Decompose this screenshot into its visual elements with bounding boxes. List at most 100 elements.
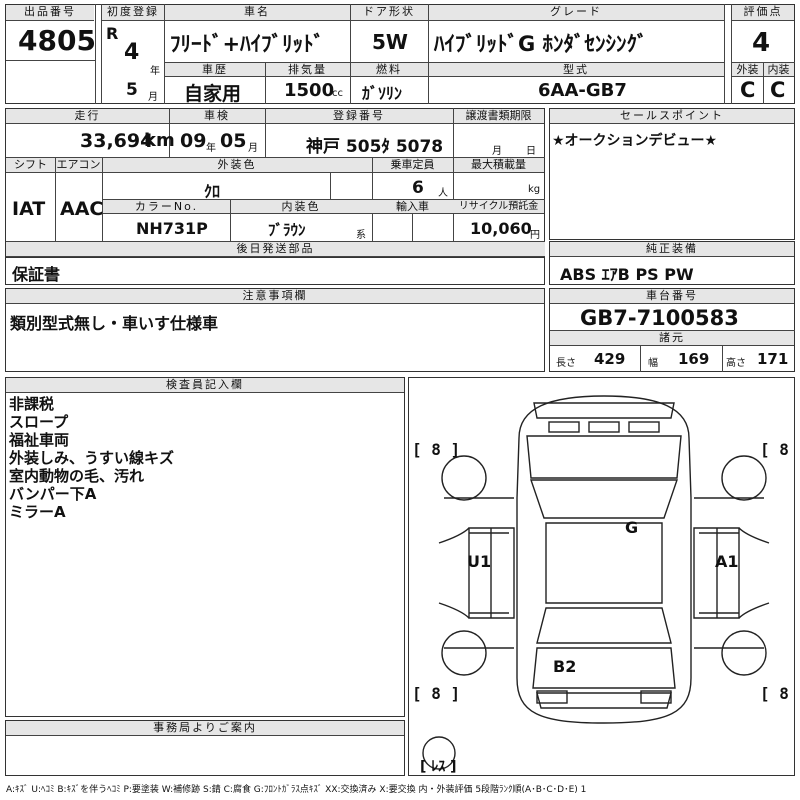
ac-label: エアコン bbox=[55, 158, 102, 173]
max-load-label: 最大積載量 bbox=[453, 158, 544, 173]
width-label: 幅 bbox=[648, 358, 658, 369]
lot-label: 出品番号 bbox=[6, 5, 94, 21]
capacity-label: 乗車定員 bbox=[372, 158, 453, 173]
dims-label: 諸元 bbox=[550, 331, 794, 346]
ext-label: 外装 bbox=[732, 63, 763, 77]
first-reg-label: 初度登録 bbox=[102, 5, 164, 21]
height: 171 bbox=[757, 350, 789, 368]
length-label: 長さ bbox=[556, 358, 576, 369]
later-parts-box bbox=[5, 257, 545, 285]
int-color-label: 内装色 bbox=[230, 200, 372, 214]
score: 4 bbox=[752, 28, 771, 58]
reg-era: R bbox=[106, 24, 119, 43]
int-color: ﾌﾞﾗｳﾝ bbox=[268, 221, 306, 239]
tire-rear-right: [ 8 ] bbox=[760, 684, 800, 703]
int-color-suffix: 系 bbox=[356, 230, 366, 241]
history: 自家用 bbox=[184, 83, 242, 105]
later-parts-label: 後日発送部品 bbox=[6, 242, 545, 257]
shift: IAT bbox=[12, 198, 46, 220]
car-diagram bbox=[408, 377, 795, 776]
int-score: C bbox=[770, 78, 786, 102]
int-label: 内装 bbox=[763, 63, 794, 77]
grade: ﾊｲﾌﾞﾘｯﾄﾞG ﾎﾝﾀﾞｾﾝｼﾝｸﾞ bbox=[434, 32, 648, 56]
inspection-label: 車検 bbox=[169, 109, 265, 124]
sales-point-box bbox=[549, 108, 795, 240]
kg-unit: kg bbox=[528, 184, 541, 195]
inspector-line: スロープ bbox=[9, 413, 69, 431]
inspector-line: 室内動物の毛、汚れ bbox=[9, 467, 145, 485]
inspection-month: 05 bbox=[220, 130, 247, 152]
height-label: 高さ bbox=[726, 358, 746, 369]
model-label: 型式 bbox=[428, 63, 724, 77]
capacity: 6 bbox=[412, 178, 424, 198]
ext-color-label: 外装色 bbox=[102, 158, 372, 173]
displacement: 1500 bbox=[284, 80, 335, 101]
color-no: NH731P bbox=[136, 219, 208, 238]
fuel-label: 燃料 bbox=[350, 63, 428, 77]
score-label: 評価点 bbox=[732, 5, 794, 21]
import-label: 輸入車 bbox=[372, 200, 453, 214]
yen-unit: 円 bbox=[530, 230, 540, 241]
inspector-line: 非課税 bbox=[9, 395, 55, 413]
reg-year: 4 bbox=[124, 40, 140, 65]
recycle-label: リサイクル預託金 bbox=[453, 200, 544, 214]
width: 169 bbox=[678, 350, 710, 368]
genuine-equipment-label: 純正装備 bbox=[550, 242, 794, 257]
car-diagram-drawing bbox=[422, 395, 770, 770]
lot-number: 4805 bbox=[18, 24, 96, 57]
color-no-label: カラーNo. bbox=[103, 200, 230, 214]
sales-point: ★オークションデビュー★ bbox=[552, 133, 718, 149]
grade-label: グレード bbox=[428, 5, 724, 21]
door-type: 5W bbox=[372, 30, 408, 54]
inspector-lines: 非課税 スロープ 福祉車両 外装しみ、うすい線キズ 室内動物の毛、汚れ バンパー… bbox=[9, 395, 399, 521]
inspection-year: 09 bbox=[180, 130, 207, 152]
plate-number: 神戸 505ﾀ 5078 bbox=[306, 137, 444, 157]
reg-year-unit: 年 bbox=[150, 66, 160, 77]
inspector-line: ミラーA bbox=[9, 503, 66, 521]
inspector-line: 外装しみ、うすい線キズ bbox=[9, 449, 175, 467]
genuine-equipment: ABS ｴｱB PS PW bbox=[560, 265, 694, 284]
notes-label: 注意事項欄 bbox=[6, 289, 544, 304]
transfer-month-unit: 月 bbox=[492, 146, 502, 157]
km-unit: km bbox=[144, 130, 175, 151]
ext-score: C bbox=[740, 78, 756, 102]
displacement-label: 排気量 bbox=[265, 63, 350, 77]
mileage-label: 走行 bbox=[6, 109, 169, 124]
notes-text: 類別型式無し・車いす仕様車 bbox=[10, 314, 219, 333]
tire-front-right: [ 8 ] bbox=[760, 440, 800, 459]
tire-rear-left: [ 8 ] bbox=[412, 684, 461, 703]
recycle-fee: 10,060 bbox=[470, 219, 532, 238]
car-name-label: 車名 bbox=[164, 5, 350, 21]
chassis-label: 車台番号 bbox=[550, 289, 794, 304]
sales-point-label: セールスポイント bbox=[550, 109, 794, 124]
inspector-line: 福祉車両 bbox=[9, 431, 70, 449]
inspector-label: 検査員記入欄 bbox=[6, 378, 404, 393]
transfer-label: 譲渡書類期限 bbox=[453, 109, 544, 124]
shift-label: シフト bbox=[6, 158, 55, 173]
office-label: 事務局よりご案内 bbox=[6, 721, 404, 736]
damage-mark-rear: B2 bbox=[553, 657, 577, 676]
person-unit: 人 bbox=[438, 188, 448, 199]
car-name: ﾌﾘｰﾄﾞ+ﾊｲﾌﾞﾘｯﾄﾞ bbox=[170, 32, 325, 56]
fuel: ｶﾞｿﾘﾝ bbox=[362, 84, 403, 103]
damage-mark-roof: G bbox=[625, 518, 639, 537]
chassis-number: GB7-7100583 bbox=[580, 306, 739, 330]
history-label: 車歴 bbox=[165, 63, 265, 77]
legend: A:ｷｽﾞ U:ﾍｺﾐ B:ｷｽﾞを伴うﾍｺﾐ P:要塗装 W:補修跡 S:錆 … bbox=[6, 785, 587, 795]
door-label: ドア形状 bbox=[350, 5, 428, 21]
later-parts: 保証書 bbox=[12, 265, 61, 284]
plate-label: 登録番号 bbox=[265, 109, 453, 124]
transfer-day-unit: 日 bbox=[526, 146, 536, 157]
spare-tire: [ ﾚｽ ] bbox=[420, 759, 457, 775]
mileage: 33,694 bbox=[80, 130, 154, 152]
cc-unit: cc bbox=[332, 88, 343, 99]
reg-month-unit: 月 bbox=[148, 92, 158, 103]
air-conditioner: AAC bbox=[60, 198, 104, 220]
inspection-year-unit: 年 bbox=[206, 143, 216, 154]
length: 429 bbox=[594, 350, 626, 368]
tire-front-left: [ 8 ] bbox=[412, 440, 461, 459]
damage-mark-right: A1 bbox=[715, 552, 739, 571]
inspector-line: バンパー下A bbox=[9, 485, 97, 503]
inspection-month-unit: 月 bbox=[248, 143, 258, 154]
damage-mark-left: U1 bbox=[467, 552, 492, 571]
